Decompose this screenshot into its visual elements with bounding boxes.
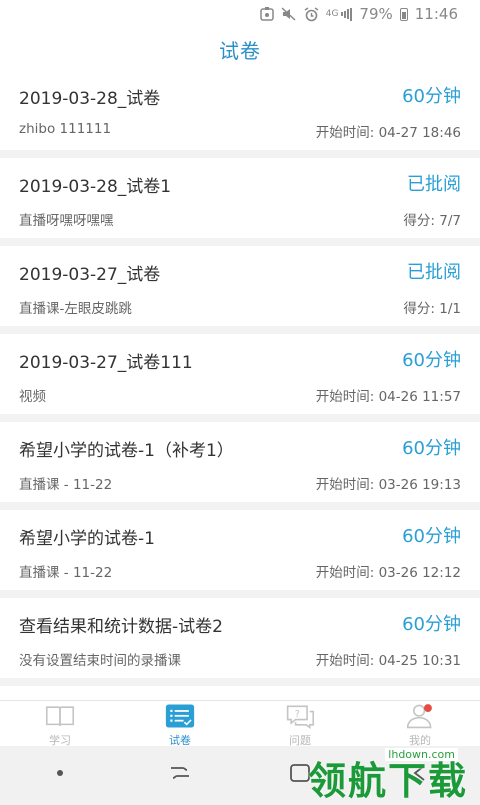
- paper-title: 2019-03-28_试卷: [19, 89, 161, 109]
- paper-course: zhibo 111111: [19, 121, 112, 137]
- paper-meta: 得分: 1/1: [403, 301, 461, 317]
- paper-course: 直播呀嘿呀嘿嘿: [19, 213, 114, 229]
- paper-status: 60分钟: [402, 614, 461, 635]
- paper-title: 查看结果和统计数据-试卷2: [19, 617, 223, 637]
- tab-me[interactable]: 我的: [360, 701, 480, 747]
- recent-apps-icon: [171, 767, 189, 779]
- paper-meta: 开始时间: 04-26 11:57: [315, 389, 461, 405]
- paper-course: 直播课 - 11-22: [19, 565, 113, 581]
- paper-list[interactable]: 2019-03-28_试卷 60分钟 zhibo 111111 开始时间: 04…: [0, 70, 480, 706]
- paper-meta: 开始时间: 03-26 19:13: [315, 477, 461, 493]
- paper-status: 已批阅: [407, 262, 461, 283]
- dot-button[interactable]: [30, 753, 90, 793]
- paper-meta: 开始时间: 03-26 12:12: [315, 565, 461, 581]
- alarm-icon: [304, 6, 319, 22]
- user-icon: [405, 703, 435, 729]
- mute-icon: [281, 7, 297, 21]
- recent-apps-button[interactable]: [150, 753, 210, 793]
- paper-meta: 得分: 7/7: [403, 213, 461, 229]
- paper-card[interactable]: 2019-03-28_试卷1 已批阅 直播呀嘿呀嘿嘿 得分: 7/7: [0, 158, 480, 238]
- paper-title: 2019-03-27_试卷111: [19, 353, 193, 373]
- paper-course: 视频: [19, 389, 46, 405]
- paper-course: 直播课 - 11-22: [19, 477, 113, 493]
- list-icon: [165, 703, 195, 729]
- book-icon: [45, 703, 75, 729]
- paper-card[interactable]: 希望小学的试卷-1 60分钟 直播课 - 11-22 开始时间: 03-26 1…: [0, 510, 480, 590]
- paper-title: 希望小学的试卷-1: [19, 529, 155, 549]
- svg-text:?: ?: [295, 709, 300, 720]
- network-type: 4G: [325, 8, 339, 19]
- paper-course: 直播课-左眼皮跳跳: [19, 301, 132, 317]
- paper-meta: 开始时间: 04-25 10:31: [315, 653, 461, 669]
- paper-status: 60分钟: [402, 350, 461, 371]
- paper-card[interactable]: 2019-03-27_试卷 已批阅 直播课-左眼皮跳跳 得分: 1/1: [0, 246, 480, 326]
- tab-study[interactable]: 学习: [0, 701, 120, 747]
- paper-title: 希望小学的试卷-1（补考1）: [19, 441, 234, 461]
- paper-title: 2019-03-27_试卷: [19, 265, 161, 285]
- tab-questions[interactable]: ? 问题: [240, 701, 360, 747]
- status-bar: 4G 79% 11:46: [0, 0, 480, 28]
- bottom-nav: 学习 试卷 ? 问题 我的: [0, 700, 480, 747]
- paper-status: 60分钟: [402, 86, 461, 107]
- watermark: lhdown.com 领航下载: [268, 742, 468, 803]
- paper-title: 2019-03-28_试卷1: [19, 177, 172, 197]
- paper-card[interactable]: 2019-03-27_试卷111 60分钟 视频 开始时间: 04-26 11:…: [0, 334, 480, 414]
- paper-status: 60分钟: [402, 438, 461, 459]
- question-chat-icon: ?: [285, 703, 315, 730]
- watermark-url: lhdown.com: [385, 748, 458, 761]
- paper-meta: 开始时间: 04-27 18:46: [315, 125, 461, 141]
- notification-icon: [259, 7, 274, 21]
- battery-icon: [399, 7, 408, 21]
- paper-status: 60分钟: [402, 526, 461, 547]
- dot-icon: [57, 770, 63, 776]
- page-title: 试卷: [219, 38, 261, 63]
- paper-card[interactable]: 希望小学的试卷-1（补考1） 60分钟 直播课 - 11-22 开始时间: 03…: [0, 422, 480, 502]
- paper-course: 没有设置结束时间的录播课: [19, 653, 181, 669]
- paper-status: 已批阅: [407, 174, 461, 195]
- app-bar: 试卷: [0, 28, 480, 70]
- paper-card[interactable]: 2019-03-28_试卷 60分钟 zhibo 111111 开始时间: 04…: [0, 70, 480, 150]
- tab-papers[interactable]: 试卷: [120, 701, 240, 747]
- battery-percent: 79%: [359, 5, 393, 23]
- signal-icon: [341, 7, 353, 21]
- paper-card[interactable]: 查看结果和统计数据-试卷2 60分钟 没有设置结束时间的录播课 开始时间: 04…: [0, 598, 480, 678]
- clock: 11:46: [414, 5, 458, 23]
